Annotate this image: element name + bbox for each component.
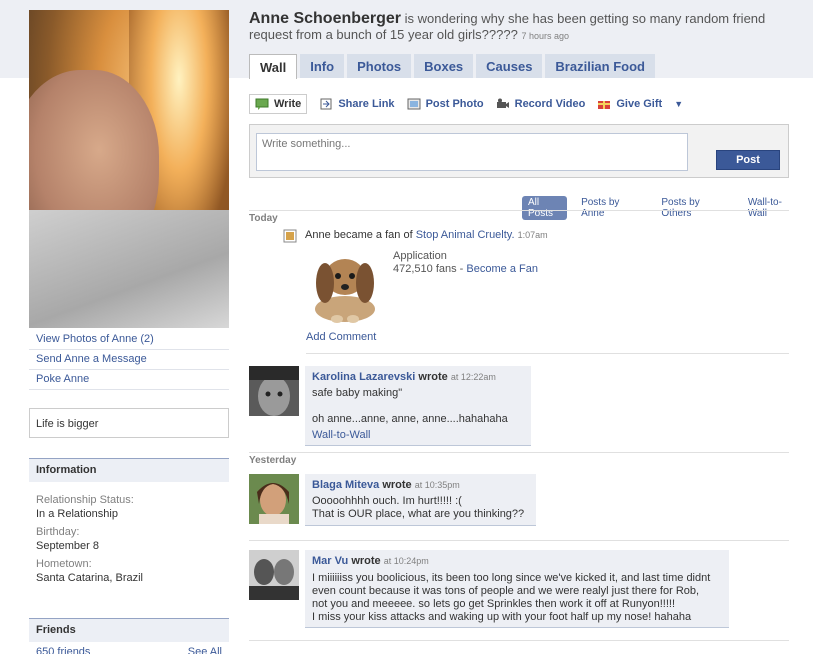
hometown-label: Hometown: <box>36 558 92 570</box>
fan-story-time: 1:07am <box>517 230 548 240</box>
tab-info[interactable]: Info <box>300 54 345 78</box>
friends-header: Friends <box>29 618 229 642</box>
become-fan-link[interactable]: Become a Fan <box>466 263 538 275</box>
profile-name[interactable]: Anne Schoenberger <box>249 10 401 27</box>
write-something-input[interactable]: Write something... <box>256 133 688 171</box>
fan-story-icon <box>283 229 297 246</box>
record-video-label: Record Video <box>514 98 586 110</box>
post-wrote: wrote <box>382 479 412 491</box>
photo-icon <box>407 98 421 110</box>
information-box: Information Relationship Status: In a Re… <box>29 458 229 590</box>
post-line: That is OUR place, what are you thinking… <box>312 508 525 520</box>
post-author[interactable]: Mar Vu <box>312 555 348 567</box>
relationship-label: Relationship Status: <box>36 494 134 506</box>
give-gift-button[interactable]: Give Gift <box>597 98 662 110</box>
video-camera-icon <box>496 98 510 110</box>
post-photo-label: Post Photo <box>425 98 484 110</box>
friends-title: Friends <box>36 624 76 636</box>
composer: Write something... Post <box>249 124 789 178</box>
send-message-link[interactable]: Send Anne a Message <box>29 350 229 370</box>
avatar[interactable] <box>249 474 299 524</box>
birthday-label: Birthday: <box>36 526 80 538</box>
post-divider <box>249 640 789 641</box>
friends-count[interactable]: 650 friends <box>36 646 90 654</box>
post-bubble: Mar Vu wrote at 10:24pm I miiiiiiss you … <box>305 550 729 628</box>
post-divider <box>249 540 789 541</box>
post-bubble: Karolina Lazarevski wrote at 12:22am saf… <box>305 366 531 446</box>
share-link-button[interactable]: Share Link <box>319 98 395 110</box>
post-line: oh anne...anne, anne, anne....hahahaha <box>312 413 508 425</box>
profile-actions: View Photos of Anne (2) Send Anne a Mess… <box>29 330 229 390</box>
app-info: Application 472,510 fans - Become a Fan <box>393 250 538 276</box>
post-bubble: Blaga Miteva wrote at 10:35pm Ooooohhhh … <box>305 474 536 526</box>
tab-causes[interactable]: Causes <box>476 54 543 78</box>
post-author[interactable]: Blaga Miteva <box>312 479 379 491</box>
post-line: safe baby making" <box>312 387 403 399</box>
profile-photo[interactable] <box>29 10 229 328</box>
fan-story: Anne became a fan of Stop Animal Cruelty… <box>283 229 789 243</box>
wall-to-wall-link[interactable]: Wall-to-Wall <box>312 429 524 442</box>
profile-tabs: Wall Info Photos Boxes Causes Brazilian … <box>249 54 658 79</box>
gift-icon <box>597 98 611 110</box>
share-link-icon <box>319 98 333 110</box>
poke-link[interactable]: Poke Anne <box>29 370 229 390</box>
more-actions-chevron-icon[interactable]: ▼ <box>674 99 683 109</box>
day-header-today: Today <box>249 210 789 224</box>
speech-bubble-icon <box>255 98 269 110</box>
profile-header: Anne Schoenberger is wondering why she h… <box>249 11 789 44</box>
birthday-value: September 8 <box>36 540 99 552</box>
post-line: Ooooohhhh ouch. Im hurt!!!!! :( <box>312 495 462 507</box>
post-time: at 10:35pm <box>414 480 460 490</box>
information-body: Relationship Status: In a Relationship B… <box>29 482 229 590</box>
app-label: Application <box>393 250 447 262</box>
post-button[interactable]: Post <box>716 150 780 170</box>
post-line: I miiiiiiss you boolicious, its been too… <box>312 572 711 584</box>
hometown-value: Santa Catarina, Brazil <box>36 572 143 584</box>
day-header-yesterday: Yesterday <box>249 452 789 466</box>
post-time: at 12:22am <box>450 372 496 382</box>
friends-box: Friends 650 friends See All <box>29 618 229 654</box>
record-video-button[interactable]: Record Video <box>496 98 586 110</box>
write-label: Write <box>274 98 302 110</box>
friends-row: 650 friends See All <box>29 642 229 654</box>
see-all-link[interactable]: See All <box>188 646 222 654</box>
share-link-label: Share Link <box>338 98 395 110</box>
information-title: Information <box>29 458 229 482</box>
add-comment-link[interactable]: Add Comment <box>306 331 376 343</box>
post-photo-button[interactable]: Post Photo <box>407 98 484 110</box>
relationship-value: In a Relationship <box>36 508 118 520</box>
status-time: 7 hours ago <box>521 31 570 41</box>
post-author[interactable]: Karolina Lazarevski <box>312 371 415 383</box>
post-wrote: wrote <box>351 555 381 567</box>
tab-boxes[interactable]: Boxes <box>414 54 474 78</box>
publisher-actions: Write Share Link Post Photo Record Video… <box>249 93 683 115</box>
write-button[interactable]: Write <box>249 94 308 114</box>
tab-photos[interactable]: Photos <box>347 54 412 78</box>
avatar[interactable] <box>249 550 299 600</box>
tab-brazilian-food[interactable]: Brazilian Food <box>545 54 655 78</box>
fan-page-link[interactable]: Stop Animal Cruelty. <box>416 229 515 241</box>
post-line: even count because it was tons of people… <box>312 585 700 597</box>
story-divider <box>306 353 789 354</box>
photo-shirt <box>29 210 229 328</box>
post-line: not you and meeeee. so lets go get Sprin… <box>312 598 676 610</box>
bio-box: Life is bigger <box>29 408 229 438</box>
fans-count: 472,510 fans - <box>393 263 464 275</box>
post-wrote: wrote <box>418 371 448 383</box>
view-photos-link[interactable]: View Photos of Anne (2) <box>29 330 229 350</box>
fan-story-prefix: Anne became a fan of <box>305 229 413 241</box>
tab-wall[interactable]: Wall <box>249 54 298 79</box>
give-gift-label: Give Gift <box>616 98 663 110</box>
post-line: I miss your kiss attacks and waking up w… <box>312 611 692 623</box>
post-time: at 10:24pm <box>383 556 429 566</box>
avatar[interactable] <box>249 366 299 416</box>
puppy-thumbnail[interactable] <box>307 247 383 325</box>
